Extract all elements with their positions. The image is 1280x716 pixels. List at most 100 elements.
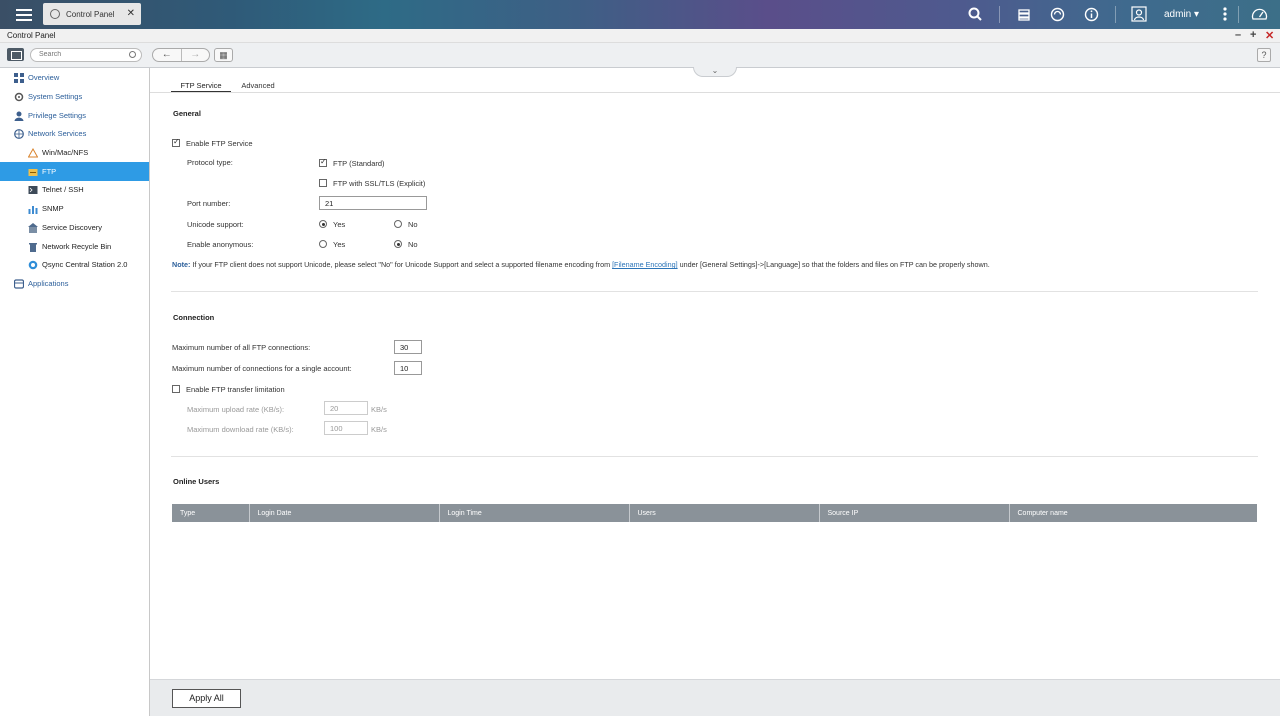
- sidebar-item-privilege-settings[interactable]: Privilege Settings: [0, 106, 149, 125]
- note-text-2: under [General Settings]->[Language] so …: [677, 260, 990, 269]
- search-icon[interactable]: [966, 5, 984, 23]
- table-header-row: Type Login Date Login Time Users Source …: [172, 504, 1257, 522]
- ftp-ssl-checkbox[interactable]: [319, 179, 327, 187]
- ftp-standard-checkbox[interactable]: [319, 157, 327, 167]
- unicode-yes-radio[interactable]: [319, 220, 327, 228]
- privilege-icon: [14, 111, 24, 121]
- upload-rate-label: Maximum upload rate (KB/s):: [187, 405, 285, 414]
- sidebar-item-network-recycle-bin[interactable]: Network Recycle Bin: [0, 237, 149, 256]
- transfer-limitation-checkbox[interactable]: [172, 385, 180, 393]
- info-icon[interactable]: [1082, 5, 1100, 23]
- menu-icon[interactable]: [14, 6, 34, 22]
- enable-ftp-checkbox[interactable]: [172, 137, 180, 147]
- toggle-sidebar-icon[interactable]: [7, 48, 24, 61]
- unicode-no-label: No: [408, 220, 418, 229]
- sidebar-item-label: Applications: [28, 279, 69, 288]
- sidebar-item-overview[interactable]: Overview: [0, 68, 149, 87]
- protocol-type-label: Protocol type:: [187, 158, 233, 167]
- search-icon[interactable]: [129, 51, 136, 58]
- sidebar-item-snmp[interactable]: SNMP: [0, 199, 149, 218]
- sidebar-item-win-mac-nfs[interactable]: Win/Mac/NFS: [0, 143, 149, 162]
- column-header-login-time[interactable]: Login Time: [439, 504, 630, 522]
- max-all-connections-input[interactable]: [394, 340, 422, 354]
- section-title-online-users: Online Users: [173, 477, 220, 486]
- sidebar-item-label: Telnet / SSH: [42, 185, 84, 194]
- user-name: admin: [1164, 9, 1192, 20]
- sidebar-item-label: Win/Mac/NFS: [42, 148, 89, 157]
- column-header-users[interactable]: Users: [629, 504, 820, 522]
- column-header-computer-name[interactable]: Computer name: [1009, 504, 1257, 522]
- app-tab-control-panel[interactable]: Control Panel ✕: [43, 3, 141, 25]
- tab-ftp-service[interactable]: FTP Service: [171, 78, 231, 93]
- unicode-yes-label: Yes: [333, 220, 346, 229]
- service-discovery-icon: [28, 222, 38, 233]
- column-header-login-date[interactable]: Login Date: [249, 504, 440, 522]
- filename-encoding-link[interactable]: [Filename Encoding]: [612, 260, 678, 269]
- tab-underline-divider: [150, 92, 1280, 93]
- network-services-icon: [14, 128, 24, 139]
- sidebar-item-label: Network Services: [28, 129, 87, 138]
- top-bar: Control Panel ✕ admin ▾: [0, 0, 1280, 29]
- enable-ftp-label: Enable FTP Service: [186, 139, 253, 148]
- sidebar: Overview System Settings Privilege Setti…: [0, 68, 150, 716]
- system-settings-icon: [14, 92, 24, 102]
- chevron-down-icon: ▾: [1194, 9, 1200, 20]
- history-nav: ← →: [152, 48, 210, 62]
- sidebar-item-label: Network Recycle Bin: [42, 242, 112, 251]
- collapse-toolbar-icon[interactable]: ⌄: [693, 67, 737, 77]
- sidebar-item-system-settings[interactable]: System Settings: [0, 87, 149, 106]
- apply-all-button[interactable]: Apply All: [172, 689, 241, 708]
- unicode-no-radio[interactable]: [394, 220, 402, 228]
- column-header-source-ip[interactable]: Source IP: [819, 504, 1010, 522]
- column-header-type[interactable]: Type: [172, 504, 250, 522]
- user-menu[interactable]: admin ▾: [1164, 9, 1199, 20]
- anonymous-no-radio[interactable]: [394, 240, 402, 248]
- toolbar: ← → ▦ ?: [0, 43, 1280, 68]
- dashboard-gauge-icon[interactable]: [1250, 5, 1268, 23]
- search-box[interactable]: [30, 48, 142, 62]
- divider: [1238, 6, 1239, 23]
- sidebar-item-network-services[interactable]: Network Services: [0, 124, 149, 143]
- forward-arrow-icon[interactable]: →: [180, 49, 210, 61]
- ftp-standard-label: FTP (Standard): [333, 159, 385, 168]
- download-rate-input[interactable]: [324, 421, 368, 435]
- section-title-connection: Connection: [173, 313, 215, 322]
- sidebar-item-applications[interactable]: Applications: [0, 274, 149, 293]
- qsync-icon: [28, 260, 38, 270]
- help-icon[interactable]: ?: [1257, 48, 1271, 62]
- sidebar-item-label: FTP: [42, 167, 57, 176]
- upload-rate-input[interactable]: [324, 401, 368, 415]
- minimize-icon[interactable]: –: [1235, 29, 1241, 41]
- anonymous-yes-label: Yes: [333, 240, 346, 249]
- max-all-connections-label: Maximum number of all FTP connections:: [172, 343, 311, 352]
- background-task-icon[interactable]: [1015, 5, 1033, 23]
- note-label: Note:: [172, 260, 191, 269]
- user-avatar-icon[interactable]: [1130, 5, 1148, 23]
- sync-icon[interactable]: [1048, 5, 1066, 23]
- note-text-1: If your FTP client does not support Unic…: [190, 260, 613, 269]
- applications-icon: [13, 278, 25, 289]
- search-input[interactable]: [39, 51, 127, 58]
- tab-advanced[interactable]: Advanced: [237, 78, 279, 93]
- apps-grid-icon[interactable]: ▦: [214, 48, 233, 62]
- port-number-input[interactable]: [319, 196, 427, 210]
- anonymous-yes-radio[interactable]: [319, 240, 327, 248]
- sidebar-item-label: Overview: [28, 73, 60, 82]
- divider: [999, 6, 1000, 23]
- sidebar-item-service-discovery[interactable]: Service Discovery: [0, 218, 149, 237]
- close-tab-icon[interactable]: ✕: [127, 8, 135, 19]
- sidebar-item-label: System Settings: [28, 92, 83, 101]
- anonymous-no-label: No: [408, 240, 418, 249]
- back-arrow-icon[interactable]: ←: [153, 49, 181, 61]
- max-single-connections-label: Maximum number of connections for a sing…: [172, 364, 352, 373]
- sidebar-item-telnet-ssh[interactable]: Telnet / SSH: [0, 180, 149, 199]
- more-options-icon[interactable]: [1216, 5, 1234, 23]
- sidebar-item-qsync[interactable]: Qsync Central Station 2.0: [0, 255, 149, 274]
- sidebar-item-label: Service Discovery: [42, 223, 103, 232]
- close-window-icon[interactable]: ✕: [1265, 29, 1274, 42]
- maximize-icon[interactable]: +: [1250, 29, 1256, 41]
- transfer-limitation-label: Enable FTP transfer limitation: [186, 385, 285, 394]
- sidebar-item-ftp[interactable]: FTP: [0, 162, 149, 181]
- max-single-connections-input[interactable]: [394, 361, 422, 375]
- sidebar-item-label: SNMP: [42, 204, 64, 213]
